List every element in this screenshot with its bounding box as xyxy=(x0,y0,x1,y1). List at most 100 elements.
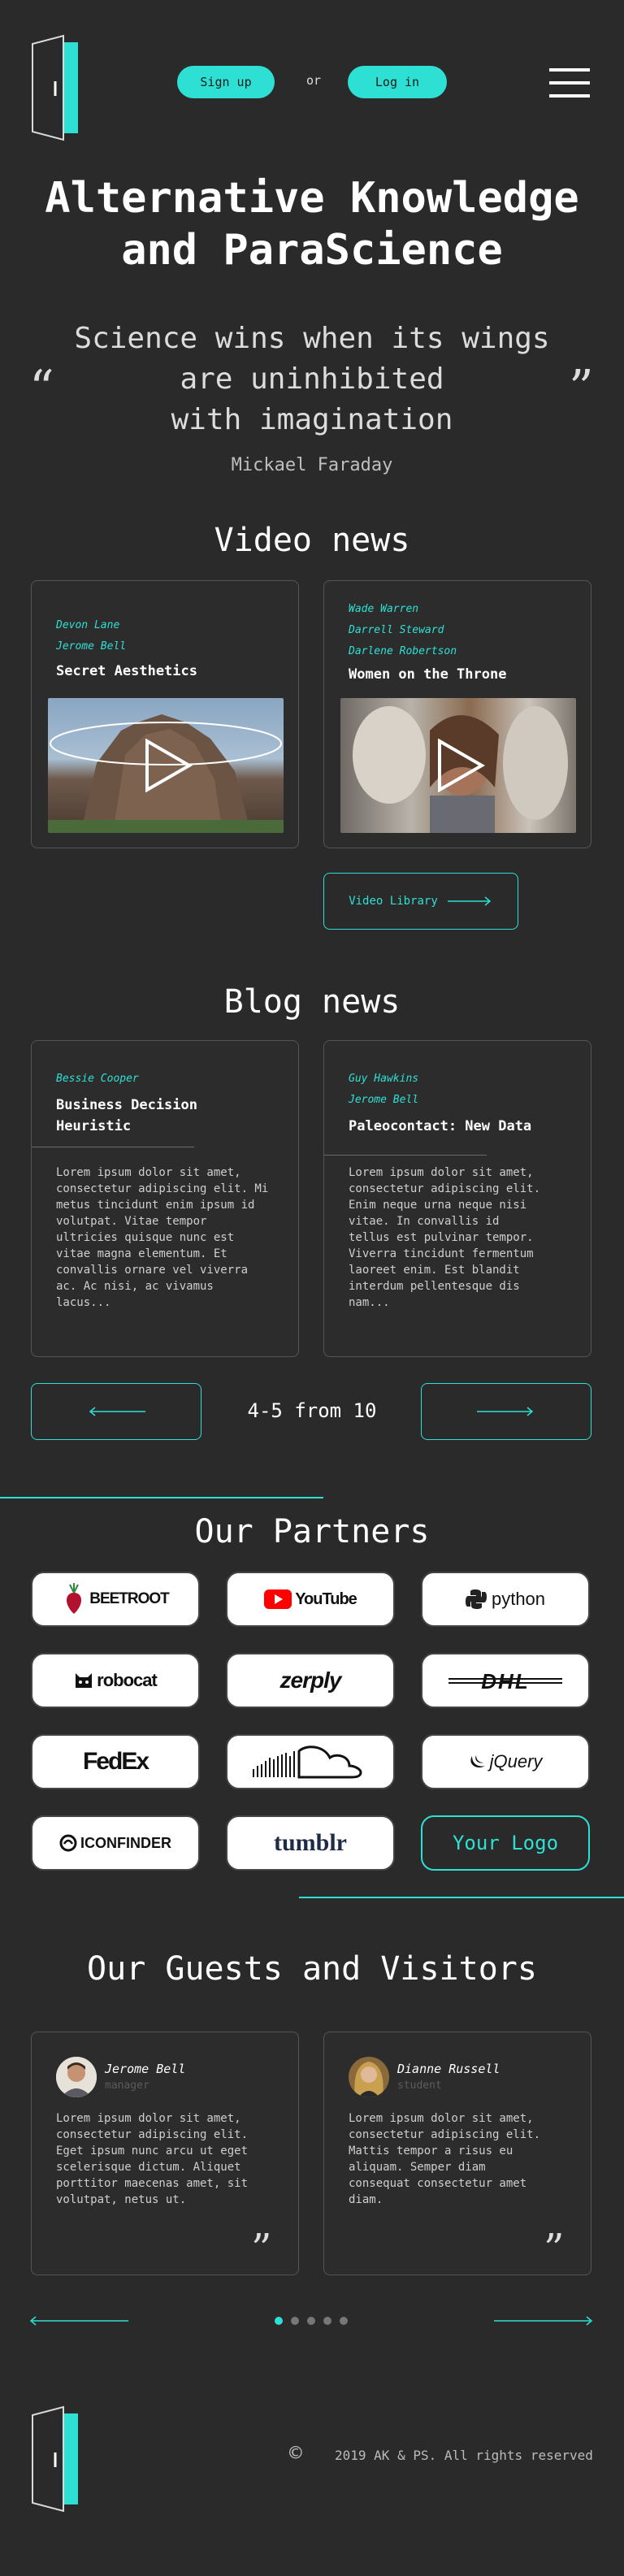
blog-card-2[interactable]: Guy Hawkins Jerome Bell Paleocontact: Ne… xyxy=(323,1040,592,1357)
sign-up-button[interactable]: Sign up xyxy=(177,66,275,98)
quote-author: Mickael Faraday xyxy=(231,455,393,475)
carousel-dot[interactable] xyxy=(340,2317,348,2325)
video-thumbnail[interactable] xyxy=(48,698,284,833)
play-icon[interactable] xyxy=(436,739,485,792)
excerpt-line: vitae. In convallis id xyxy=(349,1215,500,1228)
video-card-title[interactable]: Women on the Throne xyxy=(349,664,506,685)
logo-door[interactable] xyxy=(29,34,83,141)
youtube-play-icon xyxy=(264,1589,292,1609)
hero-quote-line-2: are uninhibited xyxy=(180,362,444,396)
guests-prev-button[interactable] xyxy=(29,2314,130,2326)
partner-soundcloud[interactable] xyxy=(226,1734,395,1789)
excerpt-line: Viverra tincidunt fermentum xyxy=(349,1247,534,1260)
blog-card-title[interactable]: Business Decision Heuristic xyxy=(56,1095,284,1137)
blog-card-excerpt: Lorem ipsum dolor sit amet, consectetur … xyxy=(56,1164,292,1311)
video-thumbnail[interactable] xyxy=(340,698,576,833)
blog-card-divider xyxy=(324,1155,487,1156)
beet-icon xyxy=(67,1583,82,1614)
log-in-button[interactable]: Log in xyxy=(348,66,447,98)
hero-quote-line-1: Science wins when its wings xyxy=(74,322,550,355)
video-card-author[interactable]: Jerome Bell xyxy=(56,636,197,657)
testimonial-line: Lorem ipsum dolor sit amet, xyxy=(56,2112,241,2125)
guest-role: manager xyxy=(105,2079,150,2092)
guest-name: Jerome Bell xyxy=(105,2062,186,2076)
partner-zerply[interactable]: zerply xyxy=(226,1653,395,1708)
excerpt-line: tellus est pulvinar tempor. xyxy=(349,1231,534,1244)
guests-title: Our Guests and Visitors xyxy=(87,1950,537,1988)
play-icon[interactable] xyxy=(144,739,193,792)
partner-jquery[interactable]: jQuery xyxy=(421,1734,590,1789)
video-card-author[interactable]: Darrell Steward xyxy=(349,620,506,641)
partner-tumblr[interactable]: tumblr xyxy=(226,1815,395,1871)
door-logo-icon xyxy=(32,34,78,141)
close-quote-icon: ” xyxy=(544,2225,565,2272)
video-card-1[interactable]: Devon Lane Jerome Bell Secret Aesthetics xyxy=(31,580,299,848)
partner-youtube[interactable]: YouTube xyxy=(226,1572,395,1627)
testimonial-line: Mattis tempor a risus eu xyxy=(349,2144,514,2158)
blog-prev-button[interactable] xyxy=(31,1383,202,1440)
video-card-author[interactable]: Wade Warren xyxy=(349,599,506,620)
blog-next-button[interactable] xyxy=(421,1383,592,1440)
excerpt-line: lacus... xyxy=(56,1296,111,1309)
hero-title: Alternative Knowledge and ParaScience xyxy=(0,172,624,276)
or-label: or xyxy=(306,73,322,88)
partner-python[interactable]: python xyxy=(421,1572,590,1627)
video-news-title: Video news xyxy=(214,522,410,559)
blog-card-author[interactable]: Jerome Bell xyxy=(349,1090,576,1111)
robocat-icon xyxy=(76,1673,93,1688)
video-card-title[interactable]: Secret Aesthetics xyxy=(56,661,197,682)
testimonial-line: aliquam. Semper diam xyxy=(349,2161,486,2174)
copyright-text: 2019 AK & PS. All rights reserved xyxy=(335,2448,593,2463)
avatar xyxy=(56,2057,97,2097)
testimonial-line: porttitor maecenas amet, sit xyxy=(56,2177,249,2190)
hero-quote: Science wins when its wings are uninhibi… xyxy=(0,319,624,440)
blog-card-excerpt: Lorem ipsum dolor sit amet, consectetur … xyxy=(349,1164,584,1311)
blog-card-title[interactable]: Paleocontact: New Data xyxy=(349,1116,576,1137)
blog-card-author[interactable]: Guy Hawkins xyxy=(349,1069,576,1090)
testimonial-line: diam. xyxy=(349,2193,384,2206)
partner-iconfinder[interactable]: ICONFINDER xyxy=(31,1815,200,1871)
video-library-button[interactable]: Video Library xyxy=(323,873,518,930)
guest-testimonial: Lorem ipsum dolor sit amet, consectetur … xyxy=(56,2110,292,2208)
video-card-author[interactable]: Darlene Robertson xyxy=(349,641,506,662)
carousel-dot[interactable] xyxy=(275,2317,283,2325)
menu-button[interactable] xyxy=(549,67,592,99)
partner-label: YouTube xyxy=(295,1589,358,1608)
partner-your-logo[interactable]: Your Logo xyxy=(421,1815,590,1871)
avatar xyxy=(349,2057,389,2097)
testimonial-line: scelerisque dictum. Aliquet xyxy=(56,2161,241,2174)
iconfinder-logo-icon xyxy=(59,1834,77,1852)
excerpt-line: Enim neque urna neque nisi xyxy=(349,1199,527,1212)
copyright-icon: © xyxy=(289,2441,302,2465)
blog-card-title-line-2: Heuristic xyxy=(56,1118,132,1134)
excerpt-line: nam... xyxy=(349,1296,390,1309)
carousel-dot[interactable] xyxy=(291,2317,299,2325)
blog-card-1[interactable]: Bessie Cooper Business Decision Heuristi… xyxy=(31,1040,299,1357)
video-card-author[interactable]: Devon Lane xyxy=(56,615,197,636)
blog-news-title: Blog news xyxy=(223,983,401,1021)
partner-fedex[interactable]: FedEx xyxy=(31,1734,200,1789)
video-card-2[interactable]: Wade Warren Darrell Steward Darlene Robe… xyxy=(323,580,592,848)
excerpt-line: vitae magna elementum. Et xyxy=(56,1247,228,1260)
blog-pagination-label: 4-5 from 10 xyxy=(247,1399,377,1422)
partner-dhl[interactable]: DHL xyxy=(421,1653,590,1708)
excerpt-line: Lorem ipsum dolor sit amet, xyxy=(349,1166,534,1179)
testimonial-line: consectetur adipiscing elit. xyxy=(349,2128,541,2141)
partner-beetroot[interactable]: BEETROOT xyxy=(31,1572,200,1627)
python-logo-icon xyxy=(465,1589,487,1609)
blog-card-title-line-1: Business Decision xyxy=(56,1097,197,1113)
partner-label: jQuery xyxy=(489,1751,543,1772)
partner-label: tumblr xyxy=(274,1829,347,1856)
excerpt-line: volutpat. Vitae tempor xyxy=(56,1215,207,1228)
hero-title-line-1: Alternative Knowledge xyxy=(45,174,579,223)
partner-robocat[interactable]: robocat xyxy=(31,1653,200,1708)
soundcloud-logo-icon xyxy=(253,1746,362,1779)
arrow-right-icon xyxy=(477,1407,534,1416)
guests-next-button[interactable] xyxy=(492,2314,593,2326)
carousel-dot[interactable] xyxy=(323,2317,332,2325)
blog-card-author[interactable]: Bessie Cooper xyxy=(56,1069,284,1090)
carousel-dot[interactable] xyxy=(307,2317,315,2325)
man-avatar-icon xyxy=(56,2057,97,2097)
footer-logo-door[interactable] xyxy=(29,2405,83,2513)
jquery-swoosh-icon xyxy=(470,1755,485,1768)
